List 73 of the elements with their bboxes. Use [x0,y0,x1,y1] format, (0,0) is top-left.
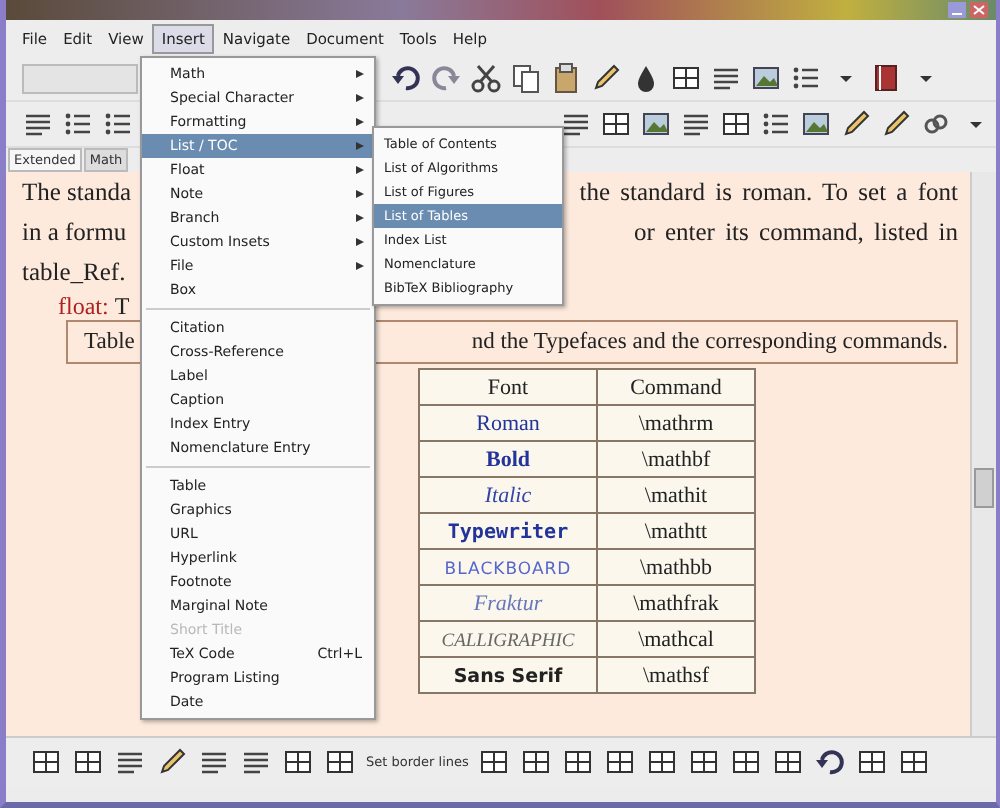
list-icon[interactable] [102,108,134,140]
pencil-icon[interactable] [590,62,622,94]
paragraph-text: in a formu [22,217,129,247]
submenu-arrow-icon [356,142,364,150]
image-icon[interactable] [800,108,832,140]
table-cell: CALLIGRAPHIC [419,621,597,657]
table-cell: Roman [419,405,597,441]
undo-icon[interactable] [814,746,847,778]
grid-icon[interactable] [324,746,356,778]
caption-text: nd the Typefaces and the corresponding commands. [471,330,950,354]
paragraph-text: table_Ref. [22,257,128,287]
copy-icon[interactable] [510,62,542,94]
image-icon[interactable] [750,62,782,94]
paragraph-text: the standard is roman. To set a font [579,177,958,207]
scrollbar-thumb[interactable] [974,468,994,508]
paragraph-text: The standa [22,177,133,207]
grid-icon[interactable] [520,746,553,778]
pencil-icon[interactable] [840,108,872,140]
pencil-icon[interactable] [156,746,188,778]
table-cell: Fraktur [419,585,597,621]
list-icon[interactable] [62,108,94,140]
grid-icon[interactable] [478,746,511,778]
submenu-arrow-icon [356,94,364,102]
image-icon[interactable] [640,108,672,140]
list-icon[interactable] [790,62,822,94]
undo-icon[interactable] [390,62,422,94]
grid-icon[interactable] [600,108,632,140]
grid-icon[interactable] [772,746,805,778]
grid-icon[interactable] [856,746,889,778]
column-header: Font [419,369,597,405]
submenu-arrow-icon [356,238,364,246]
table-cell: \mathbf [597,441,755,477]
grid-icon[interactable] [562,746,595,778]
submenu-arrow-icon [356,166,364,174]
minimize-icon[interactable] [948,2,966,18]
book-icon[interactable] [870,62,902,94]
table-cell: \mathit [597,477,755,513]
grid-icon[interactable] [646,746,679,778]
clipboard-icon[interactable] [550,62,582,94]
pencil-icon[interactable] [880,108,912,140]
list-icon[interactable] [760,108,792,140]
grid-icon[interactable] [670,62,702,94]
scissors-icon[interactable] [470,62,502,94]
table-cell: \mathfrak [597,585,755,621]
scrollbar[interactable] [970,172,996,736]
paragraph-text: or enter its command, listed in [633,217,958,247]
float-label: float: [58,291,109,321]
submenu-arrow-icon [356,262,364,270]
table-cell: \mathbb [597,549,755,585]
grid-icon[interactable] [898,746,931,778]
table-cell: Sans Serif [419,657,597,693]
close-icon[interactable] [970,2,988,18]
table-cell: \mathrm [597,405,755,441]
table-cell: \mathsf [597,657,755,693]
table-cell: Bold [419,441,597,477]
table-cell: \mathcal [597,621,755,657]
grid-icon[interactable] [730,746,763,778]
column-header: Command [597,369,755,405]
grid-icon[interactable] [72,746,104,778]
grid-icon[interactable] [688,746,721,778]
grid-icon[interactable] [282,746,314,778]
grid-icon[interactable] [30,746,62,778]
submenu-arrow-icon [356,118,364,126]
table-cell: \mathtt [597,513,755,549]
grid-icon[interactable] [720,108,752,140]
submenu-arrow-icon [356,214,364,222]
submenu-arrow-icon [356,70,364,78]
table-cell: BLACKBOARD [419,549,597,585]
float-text: T [114,291,130,321]
submenu-arrow-icon [356,190,364,198]
table-cell: Italic [419,477,597,513]
table-cell: Typewriter [419,513,597,549]
grid-icon[interactable] [604,746,637,778]
